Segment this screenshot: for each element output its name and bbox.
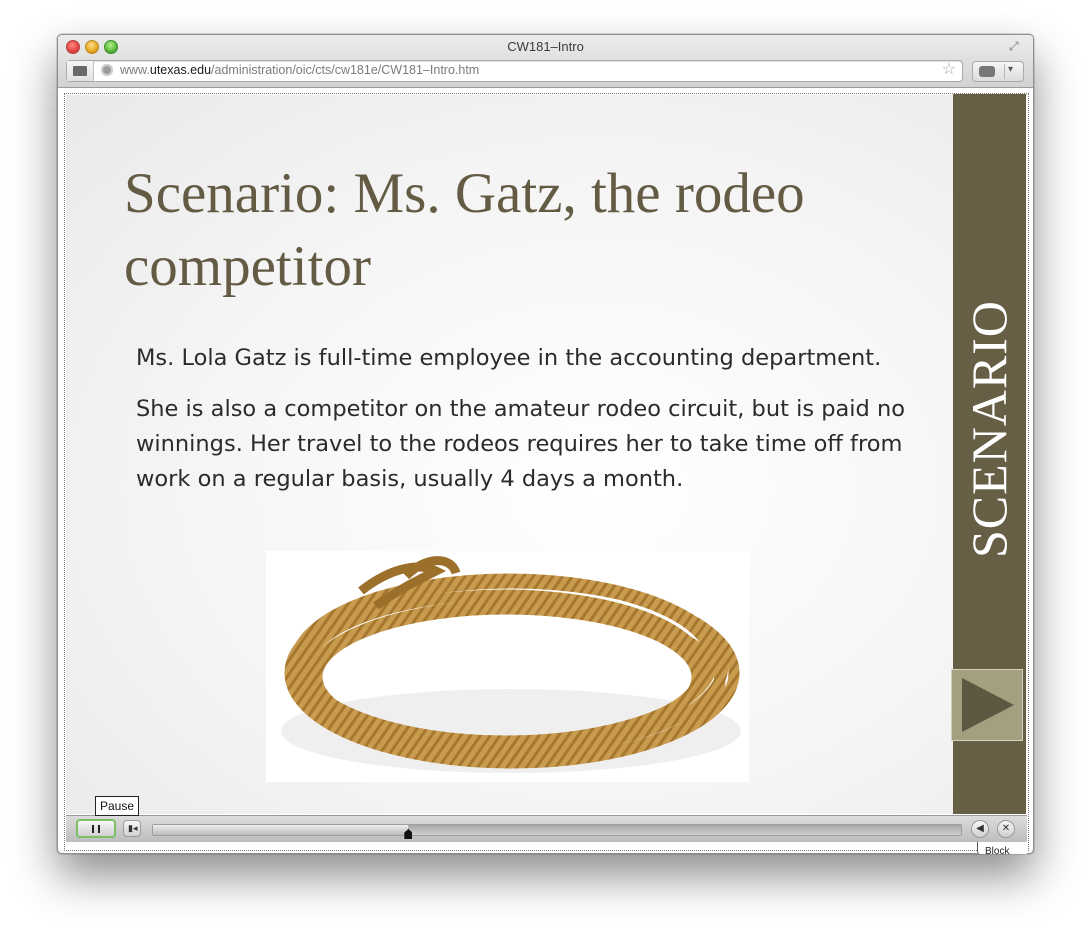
block-tab[interactable]: Block bbox=[977, 842, 1027, 854]
pause-icon-bar bbox=[98, 825, 100, 833]
slide: Scenario: Ms. Gatz, the rodeo competitor… bbox=[66, 95, 954, 814]
rewind-button[interactable]: ▮◂ bbox=[123, 820, 141, 837]
divider bbox=[1004, 64, 1005, 79]
chevron-down-icon[interactable]: ▾ bbox=[1008, 64, 1013, 75]
progress-bar[interactable] bbox=[152, 824, 962, 839]
close-icon: ✕ bbox=[1001, 823, 1011, 834]
page-content: Scenario: Ms. Gatz, the rodeo competitor… bbox=[64, 93, 1029, 851]
extensions-button[interactable]: ▾ bbox=[972, 61, 1024, 82]
reader-icon bbox=[73, 66, 87, 76]
window-title: CW181–Intro bbox=[507, 39, 584, 54]
url-path: /administration/oic/cts/cw181e/CW181–Int… bbox=[211, 63, 480, 77]
speaker-icon: ◀︎ bbox=[976, 823, 984, 834]
url-host: utexas.edu bbox=[149, 63, 212, 77]
url-prefix: www. bbox=[120, 63, 150, 77]
url-text[interactable]: www.utexas.edu/administration/oic/cts/cw… bbox=[120, 63, 479, 77]
slide-body: Ms. Lola Gatz is full-time employee in t… bbox=[136, 341, 916, 513]
lasso-rope-image bbox=[281, 556, 741, 773]
pause-tooltip: Pause bbox=[95, 796, 140, 816]
progress-fill bbox=[153, 825, 409, 835]
volume-button[interactable]: ◀︎ bbox=[971, 820, 989, 838]
pause-button[interactable] bbox=[76, 819, 116, 838]
pause-icon bbox=[92, 825, 94, 833]
play-arrow-icon bbox=[962, 678, 1014, 732]
next-slide-button[interactable] bbox=[951, 669, 1023, 741]
title-bar: CW181–Intro ⤢ www.utexas.edu/administrat… bbox=[58, 35, 1033, 88]
close-player-button[interactable]: ✕ bbox=[997, 820, 1015, 838]
slide-title: Scenario: Ms. Gatz, the rodeo competitor bbox=[124, 162, 805, 298]
sidebar-label: SCENARIO bbox=[961, 299, 1017, 559]
extension-icon bbox=[979, 66, 995, 77]
paragraph-1: Ms. Lola Gatz is full-time employee in t… bbox=[136, 345, 882, 371]
address-bar[interactable]: www.utexas.edu/administration/oic/cts/cw… bbox=[66, 60, 963, 82]
fullscreen-icon[interactable]: ⤢ bbox=[1009, 40, 1021, 52]
paragraph-2: She is also a competitor on the amateur … bbox=[136, 396, 905, 492]
globe-icon bbox=[101, 64, 113, 76]
rope-photo bbox=[266, 551, 749, 782]
reader-button[interactable] bbox=[67, 61, 94, 81]
browser-window: CW181–Intro ⤢ www.utexas.edu/administrat… bbox=[57, 34, 1034, 854]
bookmark-star-icon[interactable]: ☆ bbox=[942, 62, 956, 78]
player-controls: ▮◂ ◀︎ ✕ bbox=[66, 815, 1027, 842]
rewind-to-start-icon: ▮◂ bbox=[128, 823, 138, 833]
